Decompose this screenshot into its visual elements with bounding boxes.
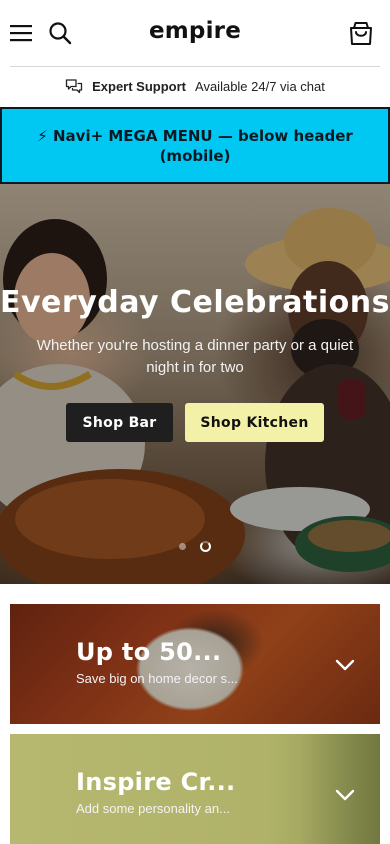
- promo-card-body: Up to 50... Save big on home decor s...: [76, 638, 238, 686]
- shopping-bag-icon: [350, 22, 372, 45]
- menu-button[interactable]: [6, 18, 36, 48]
- hero-content: Everyday Celebrations Whether you're hos…: [0, 284, 390, 442]
- promo-card-sale[interactable]: Up to 50... Save big on home decor s...: [10, 604, 380, 724]
- chevron-down-icon[interactable]: [334, 784, 356, 806]
- slide-dot-active[interactable]: [200, 541, 211, 552]
- promo-card-inspire[interactable]: Inspire Cr... Add some personality an...: [10, 734, 380, 844]
- promo-card-description: Save big on home decor s...: [76, 671, 238, 686]
- hero-buttons: Shop Bar Shop Kitchen: [0, 403, 390, 442]
- site-header: empire: [0, 0, 390, 66]
- promo-card-title: Inspire Cr...: [76, 768, 236, 796]
- search-button[interactable]: [45, 18, 75, 48]
- cart-button[interactable]: [346, 18, 376, 48]
- hamburger-icon: [10, 25, 32, 42]
- chat-bubbles-icon: [65, 78, 83, 96]
- promo-card-title: Up to 50...: [76, 638, 222, 666]
- mega-menu-label: ⚡ Navi+ MEGA MENU — below header (mobile…: [37, 126, 353, 165]
- shop-bar-button[interactable]: Shop Bar: [66, 403, 173, 442]
- chevron-down-icon[interactable]: [334, 654, 356, 676]
- search-icon: [49, 22, 72, 45]
- support-title: Expert Support: [92, 79, 187, 94]
- promo-card-description: Add some personality an...: [76, 801, 230, 816]
- shop-kitchen-button[interactable]: Shop Kitchen: [185, 403, 324, 442]
- slide-indicators: [0, 541, 390, 552]
- support-bar[interactable]: Expert Support Available 24/7 via chat: [0, 67, 390, 106]
- hero-banner: Everyday Celebrations Whether you're hos…: [0, 184, 390, 584]
- promo-card-body: Inspire Cr... Add some personality an...: [76, 768, 235, 816]
- logo-text[interactable]: empire: [149, 18, 241, 44]
- slide-dot[interactable]: [179, 543, 186, 550]
- mega-menu-banner[interactable]: ⚡ Navi+ MEGA MENU — below header (mobile…: [0, 107, 390, 184]
- hero-subtitle: Whether you're hosting a dinner party or…: [36, 337, 354, 376]
- hero-title: Everyday Celebrations: [0, 285, 390, 320]
- support-text: Available 24/7 via chat: [195, 79, 325, 94]
